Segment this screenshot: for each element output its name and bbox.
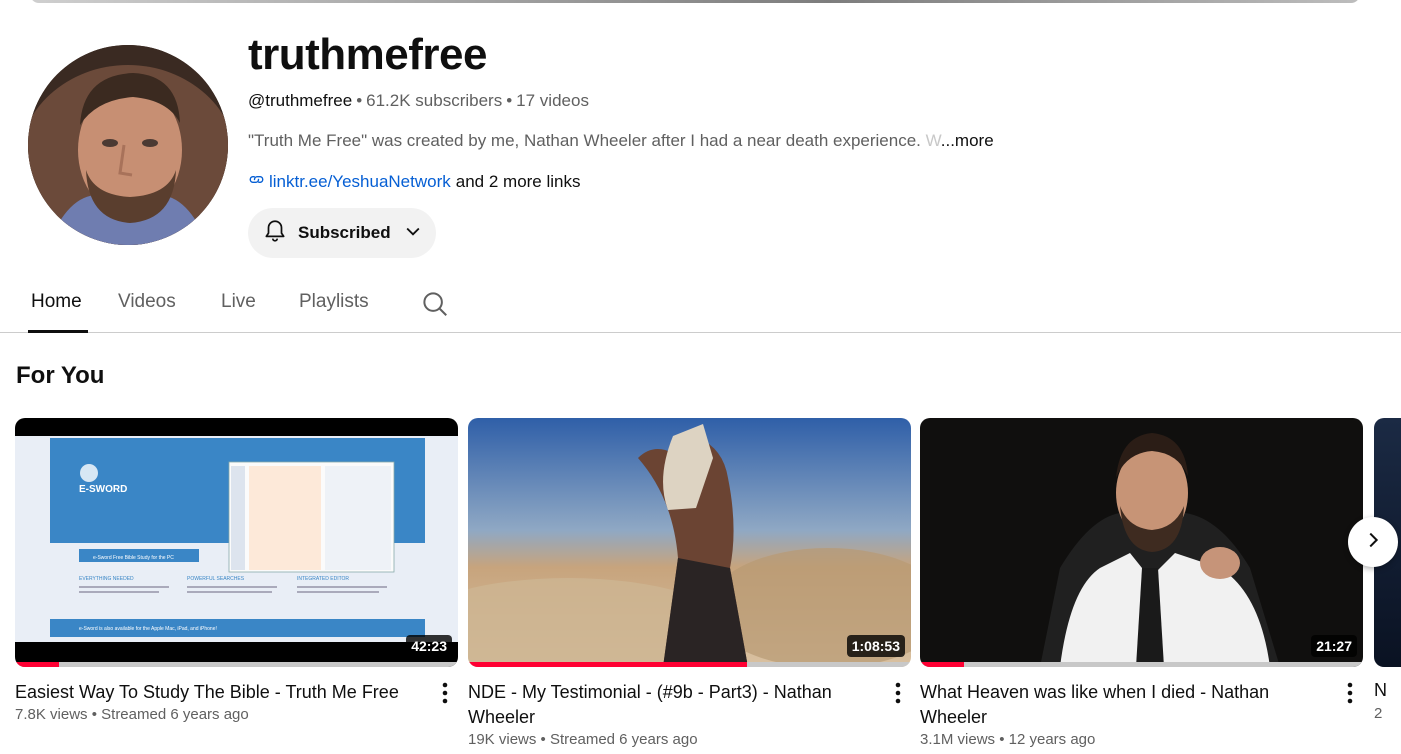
watch-progress-fill [920, 662, 965, 667]
esword-footer-text: e-Sword is also available for the Apple … [79, 626, 217, 632]
esword-logo-text: E-SWORD [79, 484, 127, 495]
video-thumbnail[interactable]: E-SWORD e-Sword Free Bible Study for the… [15, 418, 458, 667]
active-tab-indicator [28, 330, 88, 333]
more-vert-icon[interactable] [895, 682, 901, 709]
more-vert-icon[interactable] [1347, 682, 1353, 709]
watch-progress-fill [15, 662, 60, 667]
watch-progress-track [15, 662, 458, 667]
separator-dot: • [356, 91, 363, 110]
description-fade: W [920, 131, 941, 150]
view-count: 3.1M views [920, 731, 996, 748]
video-title-partial[interactable]: N [1374, 680, 1387, 701]
subscribed-label: Subscribed [298, 223, 391, 242]
subscribed-button[interactable]: Subscribed [248, 208, 436, 258]
chevron-down-icon [403, 221, 423, 246]
video-age: Streamed 6 years ago [101, 706, 249, 723]
esword-heading-2: POWERFUL SEARCHES [187, 576, 245, 582]
video-title[interactable]: Easiest Way To Study The Bible - Truth M… [15, 680, 425, 705]
video-duration: 21:27 [1311, 635, 1357, 657]
video-duration: 1:08:53 [846, 635, 905, 657]
tab-home[interactable]: Home [31, 291, 82, 313]
channel-handle: @truthmefree [248, 91, 353, 110]
watch-progress-track [920, 662, 1363, 667]
video-card[interactable]: 21:27 What Heaven was like when I died -… [920, 418, 1363, 748]
more-button[interactable]: ...more [941, 131, 994, 150]
external-link[interactable]: linktr.ee/YeshuaNetwork [269, 172, 451, 192]
bell-icon [262, 218, 288, 249]
video-age: 12 years ago [1008, 731, 1096, 748]
channel-title: truthmefree [248, 30, 488, 79]
channel-banner [30, 0, 1360, 3]
channel-links: linktr.ee/YeshuaNetwork and 2 more links [248, 171, 581, 193]
chevron-right-icon [1362, 529, 1384, 556]
video-title[interactable]: What Heaven was like when I died - Natha… [920, 680, 1330, 730]
video-duration: 42:23 [406, 635, 452, 657]
channel-avatar[interactable] [28, 45, 228, 245]
video-title[interactable]: NDE - My Testimonial - (#9b - Part3) - N… [468, 680, 878, 730]
video-count: 17 videos [516, 91, 589, 110]
video-age: Streamed 6 years ago [549, 731, 698, 748]
more-vert-icon[interactable] [442, 682, 448, 709]
video-meta-partial: 2 [1374, 705, 1383, 722]
more-links-button[interactable]: and 2 more links [456, 172, 581, 192]
description-text: "Truth Me Free" was created by me, Natha… [248, 131, 921, 150]
channel-meta: @truthmefree • 61.2K subscribers • 17 videos [248, 91, 589, 111]
separator-dot: • [506, 91, 513, 110]
tab-videos[interactable]: Videos [118, 291, 176, 313]
video-thumbnail[interactable]: 21:27 [920, 418, 1363, 667]
link-icon [248, 171, 265, 193]
tab-playlists[interactable]: Playlists [299, 291, 369, 313]
subscriber-count: 61.2K subscribers [366, 91, 503, 110]
view-count: 7.8K views [15, 706, 88, 723]
video-card[interactable]: 1:08:53 NDE - My Testimonial - (#9b - Pa… [468, 418, 911, 748]
esword-heading-3: INTEGRATED EDITOR [297, 576, 349, 582]
tab-live[interactable]: Live [221, 291, 256, 313]
video-meta: 7.8K views • Streamed 6 years ago [15, 706, 249, 723]
esword-button-text: e-Sword Free Bible Study for the PC [93, 555, 174, 561]
view-count: 19K views [468, 731, 537, 748]
esword-heading-1: EVERYTHING NEEDED [79, 576, 134, 582]
video-meta: 19K views • Streamed 6 years ago [468, 731, 698, 748]
video-card[interactable]: E-SWORD e-Sword Free Bible Study for the… [15, 418, 458, 723]
section-title: For You [16, 362, 105, 389]
channel-tabs: Home Videos Live Playlists [0, 272, 1401, 333]
watch-progress-fill [468, 662, 748, 667]
carousel-next-button[interactable] [1348, 517, 1398, 567]
channel-description[interactable]: "Truth Me Free" was created by me, Natha… [248, 131, 994, 151]
video-meta: 3.1M views • 12 years ago [920, 731, 1096, 748]
search-icon[interactable] [420, 289, 450, 324]
video-thumbnail[interactable]: 1:08:53 [468, 418, 911, 667]
